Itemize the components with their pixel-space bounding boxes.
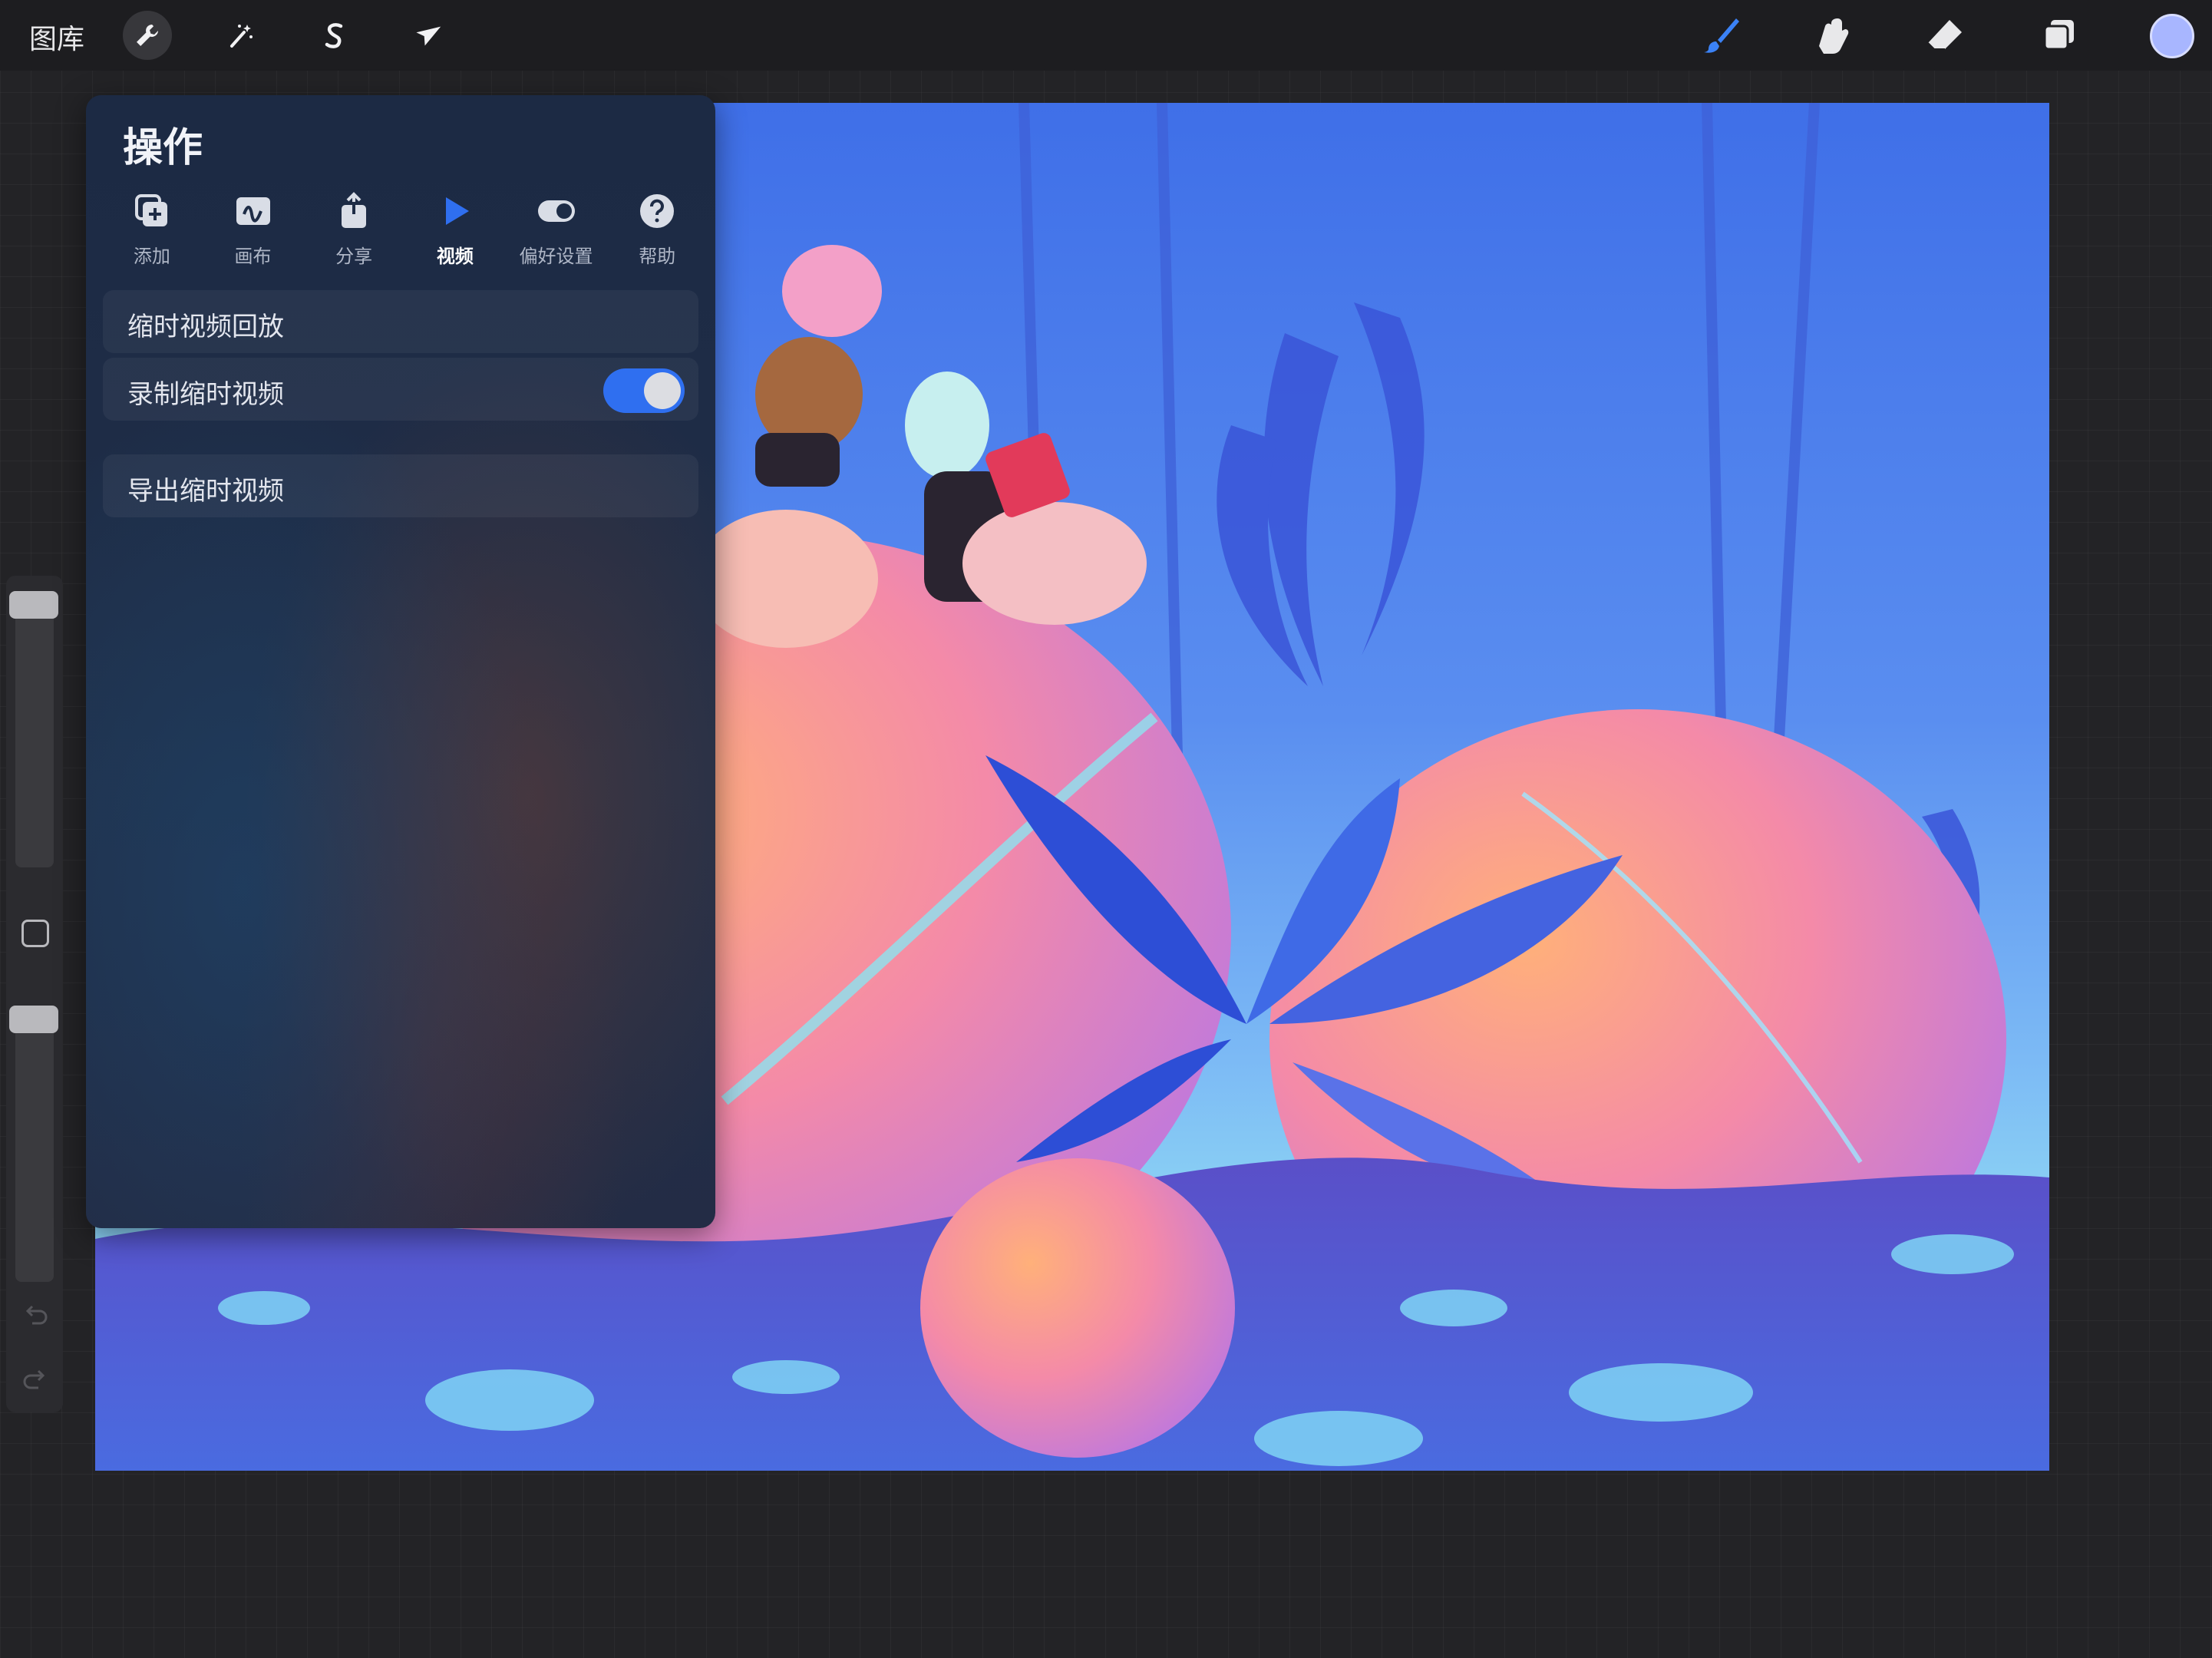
share-icon	[342, 192, 367, 228]
smudge-finger-icon	[1819, 18, 1849, 54]
timelapse-replay-label: 缩时视频回放	[127, 312, 284, 342]
modify-square-icon[interactable]	[21, 920, 49, 947]
gallery-button[interactable]: 图库	[29, 17, 84, 57]
tab-preferences[interactable]: 偏好设置	[506, 187, 607, 279]
brush-icon	[1704, 18, 1739, 53]
actions-wrench-button[interactable]	[123, 11, 172, 60]
brush-button[interactable]	[1696, 11, 1745, 60]
adjustments-button[interactable]	[216, 11, 266, 60]
help-icon	[640, 194, 675, 228]
toggle-prefs-icon	[537, 200, 575, 222]
eraser-button[interactable]	[1920, 11, 1969, 60]
canvas-icon	[236, 197, 270, 225]
selection-s-icon	[325, 23, 343, 48]
transform-button[interactable]	[404, 11, 453, 60]
sidebar-sliders	[6, 576, 63, 1412]
record-timelapse-toggle[interactable]	[603, 368, 685, 413]
layers-icon	[2043, 20, 2074, 51]
undo-icon	[25, 1305, 48, 1325]
layers-button[interactable]	[2034, 11, 2083, 60]
tab-help[interactable]: 帮助	[606, 187, 708, 279]
redo-button[interactable]	[18, 1362, 52, 1395]
wrench-icon	[137, 25, 158, 46]
opacity-slider[interactable]	[15, 1006, 54, 1282]
brush-size-slider[interactable]	[15, 591, 54, 867]
toggle-knob	[644, 372, 681, 409]
actions-tabs: 添加 画布 分享 视频 偏好设置 帮助	[101, 187, 708, 279]
selection-button[interactable]	[310, 11, 359, 60]
arrow-cursor-icon	[416, 26, 441, 46]
tab-canvas[interactable]: 画布	[203, 187, 304, 279]
opacity-thumb[interactable]	[9, 1006, 58, 1033]
video-play-icon	[445, 197, 469, 225]
export-timelapse-label: 导出缩时视频	[127, 476, 284, 507]
redo-icon	[23, 1369, 45, 1389]
undo-button[interactable]	[18, 1297, 52, 1331]
tab-share[interactable]: 分享	[303, 187, 404, 279]
eraser-icon	[1927, 20, 1962, 50]
color-picker-swatch[interactable]	[2150, 14, 2194, 58]
record-timelapse-label: 录制缩时视频	[127, 379, 284, 410]
smudge-button[interactable]	[1808, 11, 1857, 60]
timelapse-replay-row[interactable]: 缩时视频回放	[103, 290, 698, 353]
export-timelapse-row[interactable]: 导出缩时视频	[103, 454, 698, 517]
actions-panel: 操作 添加 画布 分享 视频 偏好设置 帮助 缩时视频回放 录制缩时视频 导出缩…	[86, 95, 715, 1228]
top-toolbar: 图库	[0, 0, 2212, 71]
brush-size-thumb[interactable]	[9, 591, 58, 619]
magic-wand-icon	[230, 25, 253, 48]
record-timelapse-row: 录制缩时视频	[103, 358, 698, 421]
tab-add[interactable]: 添加	[101, 187, 203, 279]
add-icon	[134, 194, 167, 226]
panel-title: 操作	[123, 125, 203, 171]
tab-video[interactable]: 视频	[404, 187, 506, 279]
